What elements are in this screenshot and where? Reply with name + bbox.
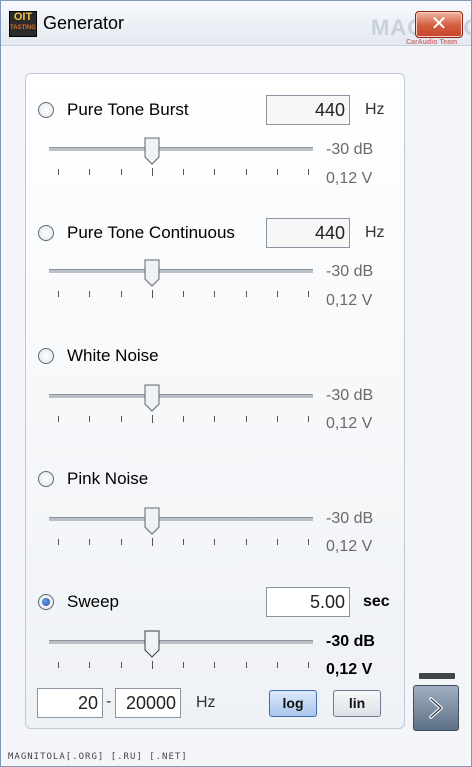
app-icon: OIT TASTING [9,11,37,37]
burst-frequency-unit: Hz [365,101,385,118]
sweep-level-volts: 0,12 V [326,661,373,678]
pink-noise-level-track [49,517,313,521]
sweep-level-db: -30 dB [326,633,375,650]
sweep-range-unit: Hz [196,694,216,711]
continuous-level-track [49,269,313,273]
label-pink-noise: Pink Noise [67,469,149,488]
chevron-right-icon [429,697,443,719]
continuous-frequency-input[interactable]: 440 [266,218,350,248]
app-icon-text-2: TASTING [10,25,36,31]
burst-level-track [49,147,313,151]
label-pure-tone-burst: Pure Tone Burst [67,100,189,119]
close-icon: ✕ [430,13,448,35]
radio-sweep[interactable] [38,594,54,610]
pink-noise-level-volts: 0,12 V [326,538,373,555]
radio-pure-tone-burst[interactable] [38,102,54,118]
white-noise-level-volts: 0,12 V [326,415,373,432]
next-button[interactable] [413,685,459,731]
white-noise-level-slider[interactable] [144,384,160,412]
radio-white-noise[interactable] [38,348,54,364]
continuous-level-db: -30 dB [326,263,374,280]
burst-frequency-input[interactable]: 440 [266,95,350,125]
sweep-end-frequency-input[interactable]: 20000 [115,688,181,718]
app-icon-text-1: OIT [13,11,33,23]
sweep-level-track [49,640,313,644]
next-indicator-bar [419,673,455,679]
footer-text: MAGNITOLA[.ORG] [.RU] [.NET] [8,752,188,762]
sweep-duration-unit: sec [363,593,390,610]
white-noise-level-db: -30 dB [326,387,374,404]
burst-level-volts: 0,12 V [326,170,373,187]
continuous-level-volts: 0,12 V [326,292,373,309]
label-pure-tone-continuous: Pure Tone Continuous [67,223,235,242]
pink-noise-level-db: -30 dB [326,510,374,527]
radio-pure-tone-continuous[interactable] [38,225,54,241]
generator-window: OIT TASTING Generator MAGNITOLA CarAudio… [0,0,472,767]
close-button[interactable]: ✕ [415,11,463,38]
continuous-frequency-unit: Hz [365,224,385,241]
label-sweep: Sweep [67,592,119,611]
continuous-level-slider[interactable] [144,259,160,287]
sweep-level-slider[interactable] [144,630,160,658]
burst-level-db: -30 dB [326,141,374,158]
radio-pink-noise[interactable] [38,471,54,487]
range-separator: - [106,693,112,710]
pink-noise-level-slider[interactable] [144,507,160,535]
sweep-start-frequency-input[interactable]: 20 [37,688,103,718]
label-white-noise: White Noise [67,346,159,365]
window-title: Generator [43,13,125,33]
burst-level-slider[interactable] [144,137,160,165]
sweep-duration-input[interactable]: 5.00 [266,587,350,617]
white-noise-level-track [49,394,313,398]
lin-scale-button[interactable]: lin [333,690,381,717]
watermark-sub: CarAudio Team [406,39,458,46]
title-bar: OIT TASTING Generator MAGNITOLA CarAudio… [1,1,472,46]
log-scale-button[interactable]: log [269,690,317,717]
